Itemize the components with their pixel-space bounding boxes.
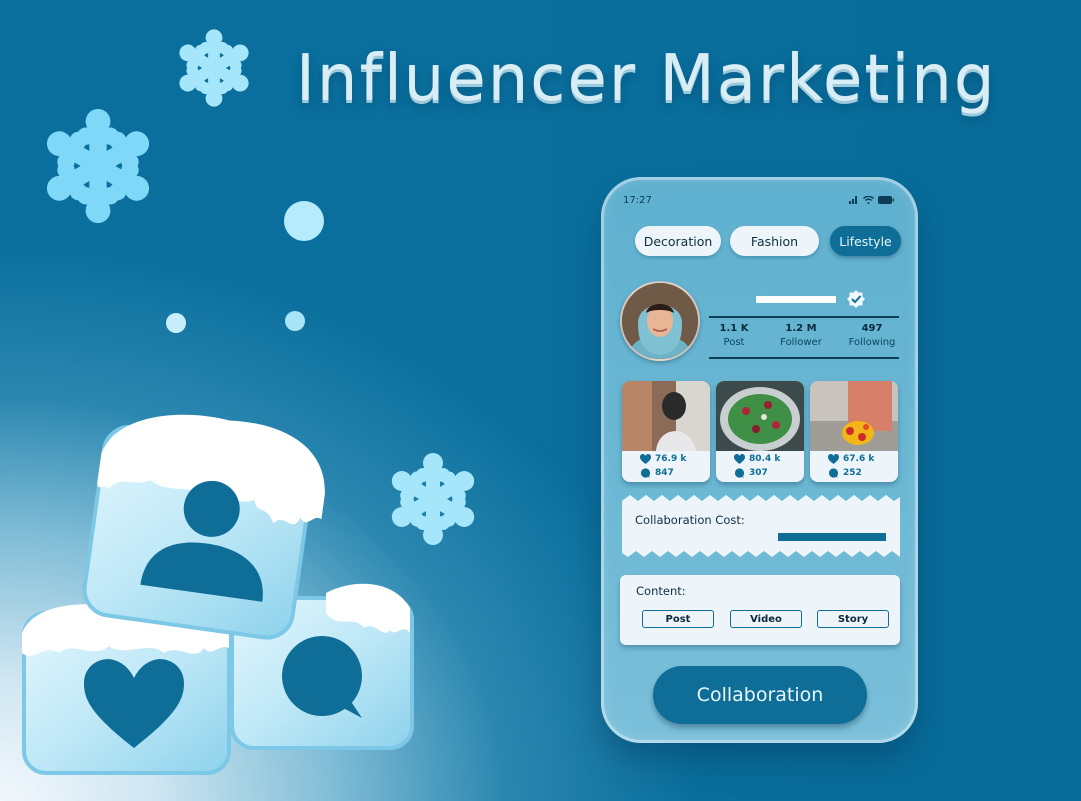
snowflake-icon [173, 29, 255, 107]
stat-value: 1.1 K [719, 323, 749, 334]
collaboration-cost-card [622, 495, 900, 557]
heart-icon [734, 454, 745, 464]
stat-followers: 1.2 M Follower [771, 323, 831, 348]
profile-name-placeholder [756, 296, 836, 303]
post-likes: 67.6 k [828, 454, 874, 464]
snow-dot [166, 313, 186, 333]
verified-badge-icon [847, 290, 865, 308]
signal-icon [849, 196, 857, 204]
snow-dot [285, 311, 305, 331]
comments-count: 307 [749, 468, 768, 478]
category-pill-fashion[interactable]: Fashion [730, 226, 819, 256]
wifi-icon [863, 196, 874, 204]
status-icons [849, 196, 894, 204]
comment-icon [640, 468, 651, 478]
stat-value: 1.2 M [785, 323, 817, 334]
ice-cube-user-icon [82, 414, 325, 640]
headline: Influencer Marketing [296, 42, 997, 116]
stat-value: 497 [861, 323, 883, 334]
snowflake-icon [38, 108, 158, 224]
post-likes: 76.9 k [640, 454, 686, 464]
phone-mockup: 17:27 Decoration Fashion Lifestyle 1.1 K… [601, 177, 918, 743]
post-card[interactable]: 67.6 k 252 [810, 381, 898, 482]
stat-following: 497 Following [842, 323, 902, 348]
heart-icon [828, 454, 839, 464]
avatar[interactable] [620, 281, 700, 361]
stat-label: Post [723, 337, 745, 348]
stat-label: Follower [780, 337, 822, 348]
content-type-story-button[interactable]: Story [817, 610, 889, 628]
ice-cubes-illustration [22, 414, 414, 775]
avatar-photo [622, 283, 698, 359]
post-card[interactable]: 80.4 k 307 [716, 381, 804, 482]
post-image [810, 381, 898, 451]
stats-divider-top [709, 316, 899, 318]
comments-count: 847 [655, 468, 674, 478]
heart-icon [640, 454, 651, 464]
status-time: 17:27 [623, 195, 652, 206]
comment-icon [828, 468, 839, 478]
battery-icon [878, 196, 894, 204]
likes-count: 67.6 k [843, 454, 875, 464]
content-type-video-button[interactable]: Video [730, 610, 802, 628]
collaboration-cost-value-bar [778, 533, 886, 541]
likes-count: 80.4 k [749, 454, 781, 464]
collaboration-button[interactable]: Collaboration [653, 666, 867, 724]
stat-posts: 1.1 K Post [704, 323, 764, 348]
post-comments: 847 [640, 468, 674, 478]
post-likes: 80.4 k [734, 454, 780, 464]
collaboration-cost-label: Collaboration Cost: [635, 513, 745, 527]
stat-label: Following [848, 337, 896, 348]
category-label: Fashion [750, 233, 799, 249]
category-label: Lifestyle [839, 233, 892, 249]
post-comments: 307 [734, 468, 768, 478]
content-label: Content: [636, 584, 686, 598]
category-label: Decoration [643, 233, 713, 249]
post-image [716, 381, 804, 451]
post-comments: 252 [828, 468, 862, 478]
comment-icon [734, 468, 745, 478]
likes-count: 76.9 k [655, 454, 687, 464]
post-image [622, 381, 710, 451]
snow-dot [284, 201, 324, 241]
post-card[interactable]: 76.9 k 847 [622, 381, 710, 482]
category-pill-lifestyle[interactable]: Lifestyle [830, 226, 901, 256]
comments-count: 252 [843, 468, 862, 478]
stats-divider-bottom [709, 357, 899, 359]
content-type-post-button[interactable]: Post [642, 610, 714, 628]
category-pill-decoration[interactable]: Decoration [635, 226, 721, 256]
content-type-card: Content: Post Video Story [620, 575, 900, 645]
